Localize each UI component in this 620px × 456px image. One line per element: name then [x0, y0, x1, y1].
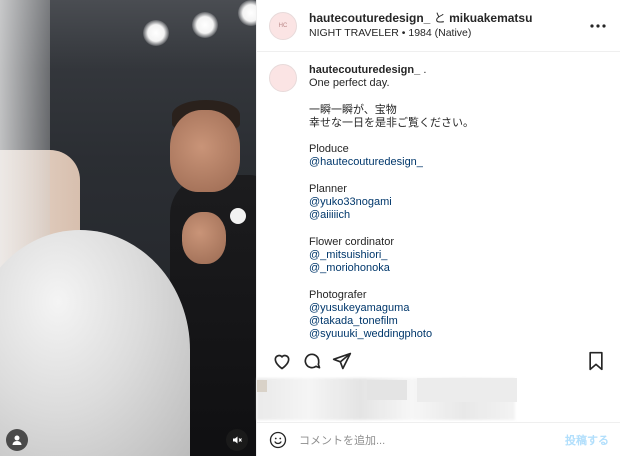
mention-link[interactable]: @aiiiiich: [309, 209, 474, 222]
ceiling-light: [192, 12, 218, 38]
avatar[interactable]: HC: [269, 11, 297, 40]
comment-input[interactable]: コメントを追加...: [299, 432, 565, 448]
ceiling-light: [143, 20, 169, 46]
mention-link[interactable]: @yuko33nogami: [309, 196, 474, 209]
mention-link[interactable]: @yusukeyamaguma: [309, 302, 474, 315]
mention-link[interactable]: @syuuuki_weddingphoto: [309, 328, 474, 341]
user-tag-icon[interactable]: [6, 429, 28, 451]
post-panel: HC hautecouturedesign_ と mikuakematsu NI…: [256, 0, 620, 456]
groom-hand: [182, 212, 226, 264]
avatar[interactable]: [269, 64, 297, 92]
caption-line: 幸せな一日を是非ご覧ください。: [309, 116, 474, 129]
blurred-block: [417, 378, 517, 402]
emoji-icon[interactable]: [269, 431, 287, 449]
post-media[interactable]: [0, 0, 256, 456]
wedding-dress: [0, 230, 190, 456]
post-header: HC hautecouturedesign_ と mikuakematsu NI…: [257, 0, 620, 52]
boutonniere: [230, 208, 246, 224]
mention-link[interactable]: @_moriohonoka: [309, 262, 474, 275]
mute-icon[interactable]: [226, 429, 248, 451]
blurred-block: [367, 380, 407, 400]
post-button[interactable]: 投稿する: [565, 432, 609, 448]
groom-head: [170, 110, 240, 192]
caption-line: One perfect day.: [309, 77, 390, 90]
more-icon[interactable]: [588, 23, 608, 28]
bookmark-icon[interactable]: [581, 349, 611, 373]
audio-track[interactable]: NIGHT TRAVELER • 1984 (Native): [309, 26, 588, 41]
credit-title: Flower cordinator: [309, 235, 394, 248]
mention-link[interactable]: @hautecouturedesign_: [309, 156, 474, 169]
caption-username[interactable]: hautecouturedesign_: [309, 64, 420, 76]
comment-icon[interactable]: [297, 349, 327, 373]
credit-title: Ploduce: [309, 143, 349, 156]
caption: hautecouturedesign_ . One perfect day. 一…: [257, 52, 620, 342]
caption-line: 一瞬一瞬が、宝物: [309, 103, 397, 116]
blurred-block: [257, 380, 267, 392]
collab-username[interactable]: mikuakematsu: [449, 11, 532, 25]
comment-bar: コメントを追加... 投稿する: [257, 422, 620, 456]
heart-icon[interactable]: [267, 349, 297, 373]
action-bar: [257, 342, 620, 380]
caption-dot: .: [423, 64, 427, 76]
collab-joiner: と: [433, 10, 446, 25]
share-icon[interactable]: [327, 349, 357, 373]
credit-title: Photografer: [309, 288, 367, 301]
author-username[interactable]: hautecouturedesign_: [309, 11, 430, 25]
mention-link[interactable]: @_mitsuishiori_: [309, 249, 474, 262]
mention-link[interactable]: @takada_tonefilm: [309, 315, 474, 328]
credit-title: Planner: [309, 182, 347, 195]
